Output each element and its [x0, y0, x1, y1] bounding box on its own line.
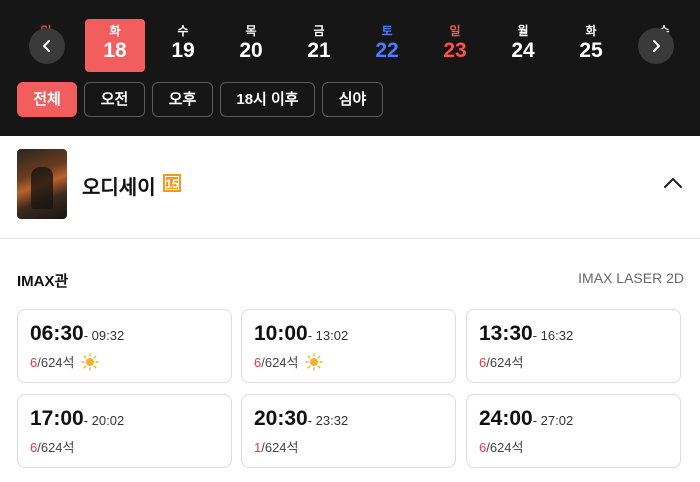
start-time: 20:30 — [254, 407, 308, 430]
date-num: 18 — [103, 39, 127, 62]
end-time: - 13:02 — [307, 328, 349, 343]
filter-all[interactable]: 전체 — [17, 82, 77, 117]
date-num: 23 — [443, 39, 467, 62]
date-num: 19 — [171, 39, 195, 62]
hall-name: IMAX관 — [17, 273, 69, 290]
filter-late-night[interactable]: 심야 — [322, 82, 383, 117]
date-num: 24 — [511, 39, 535, 62]
end-time: - 20:02 — [83, 413, 125, 428]
age-rating-badge: 15 — [163, 174, 181, 192]
start-time: 13:30 — [479, 322, 533, 345]
date-dow: 화 — [109, 24, 121, 38]
showtime-card[interactable]: 10:00- 13:02 6/624석 — [241, 309, 456, 383]
date-dow: 토 — [381, 24, 393, 38]
showtime-card[interactable]: 06:30- 09:32 6/624석 — [17, 309, 232, 383]
showtime-card[interactable]: 17:00- 20:02 6/624석 — [17, 394, 232, 468]
date-cell-25[interactable]: 화 25 — [561, 19, 621, 72]
filter-morning[interactable]: 오전 — [84, 82, 145, 117]
filter-after-18[interactable]: 18시 이후 — [220, 82, 315, 117]
end-time: - 23:32 — [307, 413, 349, 428]
sun-icon — [304, 353, 323, 371]
date-dow: 화 — [585, 24, 597, 38]
next-date-button[interactable] — [638, 28, 674, 64]
date-dow: 일 — [449, 24, 461, 38]
seats-total: /624석 — [37, 440, 75, 455]
date-dow: 수 — [177, 24, 189, 38]
movie-poster — [17, 149, 67, 219]
seats-total: /624석 — [37, 355, 75, 370]
date-dow: 목 — [245, 24, 257, 38]
date-num: 20 — [239, 39, 263, 62]
showtime-card[interactable]: 20:30- 23:32 1/624석 — [241, 394, 456, 468]
date-dow: 금 — [313, 24, 325, 38]
movie-title: 오디세이 — [82, 177, 156, 199]
date-cell-20[interactable]: 목 20 — [221, 19, 281, 72]
date-cell-23[interactable]: 일 23 — [425, 19, 485, 72]
seats-total: /624석 — [261, 355, 299, 370]
showtime-card[interactable]: 13:30- 16:32 6/624석 — [466, 309, 681, 383]
date-cell-21[interactable]: 금 21 — [289, 19, 349, 72]
date-num: 21 — [307, 39, 331, 62]
chevron-right-icon — [653, 40, 660, 52]
end-time: - 09:32 — [83, 328, 125, 343]
start-time: 17:00 — [30, 407, 84, 430]
start-time: 24:00 — [479, 407, 533, 430]
seats-total: /624석 — [261, 440, 299, 455]
prev-date-button[interactable] — [29, 28, 65, 64]
date-cell-22[interactable]: 토 22 — [357, 19, 417, 72]
chevron-left-icon — [43, 40, 50, 52]
start-time: 06:30 — [30, 322, 84, 345]
top-bar: 일 화 18 수 19 목 20 금 21 토 22 일 23 월 24 — [0, 0, 700, 136]
filter-afternoon[interactable]: 오후 — [152, 82, 213, 117]
date-cell-19[interactable]: 수 19 — [153, 19, 213, 72]
hall-format: IMAX LASER 2D — [578, 270, 684, 286]
sun-icon — [80, 353, 99, 371]
date-strip: 일 화 18 수 19 목 20 금 21 토 22 일 23 월 24 — [0, 0, 700, 76]
seats-total: /624석 — [486, 440, 524, 455]
date-dow: 월 — [517, 24, 529, 38]
end-time: - 16:32 — [532, 328, 574, 343]
end-time: - 27:02 — [532, 413, 574, 428]
date-cell-24[interactable]: 월 24 — [493, 19, 553, 72]
chevron-up-icon[interactable] — [662, 175, 684, 191]
date-num: 25 — [579, 39, 603, 62]
date-cell-18[interactable]: 화 18 — [85, 19, 145, 72]
start-time: 10:00 — [254, 322, 308, 345]
showtime-card[interactable]: 24:00- 27:02 6/624석 — [466, 394, 681, 468]
seats-total: /624석 — [486, 355, 524, 370]
date-num: 22 — [375, 39, 399, 62]
